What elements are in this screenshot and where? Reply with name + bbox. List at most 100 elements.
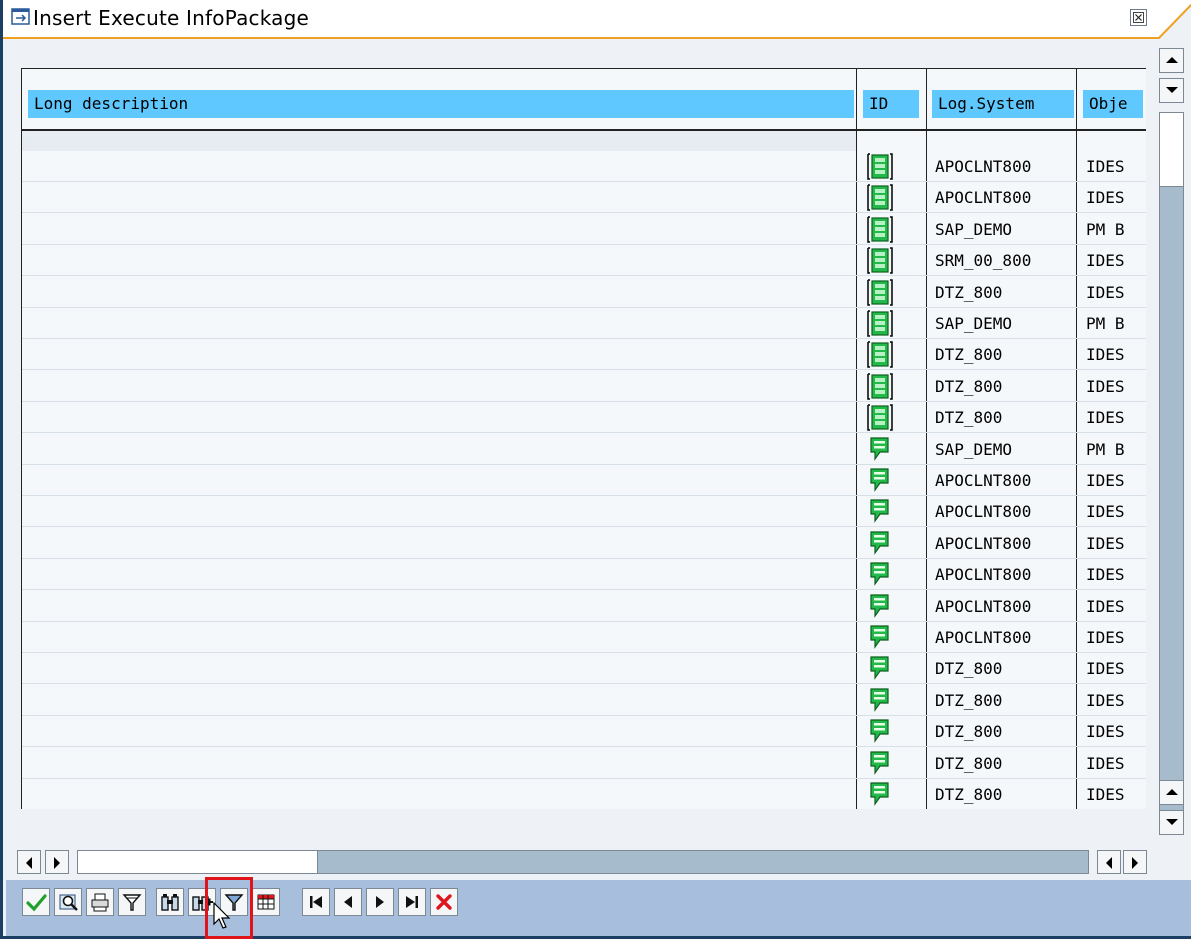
cell-object: IDES xyxy=(1086,690,1125,710)
table-row[interactable]: APOCLNT800 IDES xyxy=(22,496,1146,528)
table-row[interactable]: SAP_DEMO PM B xyxy=(22,308,1146,339)
cell-long-description xyxy=(28,371,848,401)
table-row[interactable]: APOCLNT800 IDES xyxy=(22,528,1146,559)
first-page-button[interactable] xyxy=(302,888,330,916)
vertical-scrollbar[interactable] xyxy=(1157,42,1186,838)
cell-log-system: APOCLNT800 xyxy=(935,188,1032,208)
arrow-down-icon xyxy=(1166,87,1178,93)
result-table: Long description ID Log.System Obje APOC… xyxy=(21,68,1146,809)
table-row[interactable]: DTZ_800 IDES xyxy=(22,748,1146,779)
cell-object: IDES xyxy=(1086,628,1125,647)
print-button[interactable] xyxy=(86,888,114,916)
green-flag-icon xyxy=(866,436,894,464)
arrow-right-icon xyxy=(1132,857,1138,869)
cell-object: IDES xyxy=(1086,565,1125,585)
cell-object: IDES xyxy=(1086,188,1125,208)
cancel-x-icon xyxy=(436,894,452,910)
scroll-up-button[interactable] xyxy=(1159,48,1184,73)
cell-log-system: DTZ_800 xyxy=(935,376,1003,396)
table-row[interactable]: APOCLNT800 IDES xyxy=(22,559,1146,591)
column-header-log-system[interactable]: Log.System xyxy=(932,90,1074,118)
page-left-button[interactable] xyxy=(1097,850,1121,874)
table-row[interactable]: DTZ_800 IDES xyxy=(22,339,1146,371)
column-header-object[interactable]: Obje xyxy=(1083,90,1143,118)
next-page-button[interactable] xyxy=(366,888,394,916)
table-row[interactable]: SAP_DEMO PM B xyxy=(22,214,1146,245)
green-box-icon xyxy=(866,278,894,307)
cell-log-system: APOCLNT800 xyxy=(935,596,1032,616)
green-box-icon xyxy=(866,373,894,401)
cell-long-description xyxy=(28,748,848,778)
cell-log-system: SAP_DEMO xyxy=(935,219,1013,239)
cell-log-system: DTZ_800 xyxy=(935,690,1003,710)
vertical-scroll-track[interactable] xyxy=(1159,112,1184,814)
table-row[interactable]: DTZ_800 IDES xyxy=(22,685,1146,716)
green-flag-icon xyxy=(866,498,894,526)
table-row[interactable]: APOCLNT800 IDES xyxy=(22,622,1146,653)
column-header-long-description[interactable]: Long description xyxy=(28,90,854,118)
page-right-button[interactable] xyxy=(1123,850,1147,874)
layout-button[interactable] xyxy=(252,888,280,916)
last-page-button[interactable] xyxy=(398,888,426,916)
window-icon xyxy=(11,8,31,26)
green-flag-icon xyxy=(866,781,894,809)
table-row[interactable]: SRM_00_800 IDES xyxy=(22,245,1146,277)
cell-object: IDES xyxy=(1086,376,1125,396)
find-button[interactable] xyxy=(156,888,184,916)
magnifier-details-icon xyxy=(59,894,78,911)
green-flag-icon xyxy=(866,624,894,652)
green-flag-icon xyxy=(866,467,894,495)
cell-object: IDES xyxy=(1086,471,1125,490)
table-row[interactable]: DTZ_800 IDES xyxy=(22,653,1146,685)
page-down-button[interactable] xyxy=(1159,78,1184,103)
table-row[interactable]: SAP_DEMO PM B xyxy=(22,434,1146,465)
previous-page-icon xyxy=(344,896,352,908)
page-up-button[interactable] xyxy=(1159,780,1184,805)
horizontal-scrollbar[interactable] xyxy=(3,848,1191,876)
table-header: Long description ID Log.System Obje xyxy=(22,69,1146,131)
cell-object: PM B xyxy=(1086,314,1125,333)
sort-button[interactable] xyxy=(118,888,146,916)
cell-object: IDES xyxy=(1086,282,1125,302)
details-button[interactable] xyxy=(54,888,82,916)
vertical-scroll-thumb[interactable] xyxy=(1159,112,1184,187)
table-row[interactable]: APOCLNT800 IDES xyxy=(22,151,1146,182)
cell-object: IDES xyxy=(1086,753,1125,773)
close-button[interactable] xyxy=(1130,9,1147,26)
green-flag-icon xyxy=(866,687,894,715)
cell-object: IDES xyxy=(1086,345,1125,365)
table-row[interactable]: DTZ_800 IDES xyxy=(22,371,1146,402)
table-row[interactable]: DTZ_800 IDES xyxy=(22,779,1146,809)
table-row[interactable]: DTZ_800 IDES xyxy=(22,277,1146,308)
sort-funnel-icon xyxy=(122,894,142,911)
table-row[interactable]: APOCLNT800 IDES xyxy=(22,591,1146,622)
cell-log-system: APOCLNT800 xyxy=(935,628,1032,647)
cell-object: IDES xyxy=(1086,408,1125,428)
arrow-left-icon xyxy=(1106,857,1112,869)
dialog-window: Insert Execute InfoPackage Long descript… xyxy=(0,0,1191,939)
green-box-icon xyxy=(866,216,894,244)
green-box-icon xyxy=(866,184,894,212)
scroll-right-button[interactable] xyxy=(45,850,69,874)
cell-long-description xyxy=(28,591,848,621)
table-row[interactable]: APOCLNT800 IDES xyxy=(22,182,1146,214)
arrow-right-icon xyxy=(54,857,60,869)
cell-long-description xyxy=(28,308,848,338)
column-header-id[interactable]: ID xyxy=(863,90,919,118)
cell-long-description xyxy=(28,559,848,589)
scroll-down-button[interactable] xyxy=(1159,810,1184,835)
cancel-button[interactable] xyxy=(430,888,458,916)
horizontal-scroll-thumb[interactable] xyxy=(77,850,318,874)
continue-button[interactable] xyxy=(22,888,50,916)
cell-log-system: DTZ_800 xyxy=(935,722,1003,742)
cell-long-description xyxy=(28,716,848,746)
cell-long-description xyxy=(28,277,848,307)
last-page-icon xyxy=(406,896,418,908)
table-row[interactable]: DTZ_800 IDES xyxy=(22,716,1146,748)
cell-log-system: APOCLNT800 xyxy=(935,502,1032,522)
arrow-left-icon xyxy=(26,857,32,869)
table-row[interactable]: DTZ_800 IDES xyxy=(22,402,1146,434)
table-row[interactable]: APOCLNT800 IDES xyxy=(22,465,1146,496)
previous-page-button[interactable] xyxy=(334,888,362,916)
scroll-left-button[interactable] xyxy=(17,850,41,874)
